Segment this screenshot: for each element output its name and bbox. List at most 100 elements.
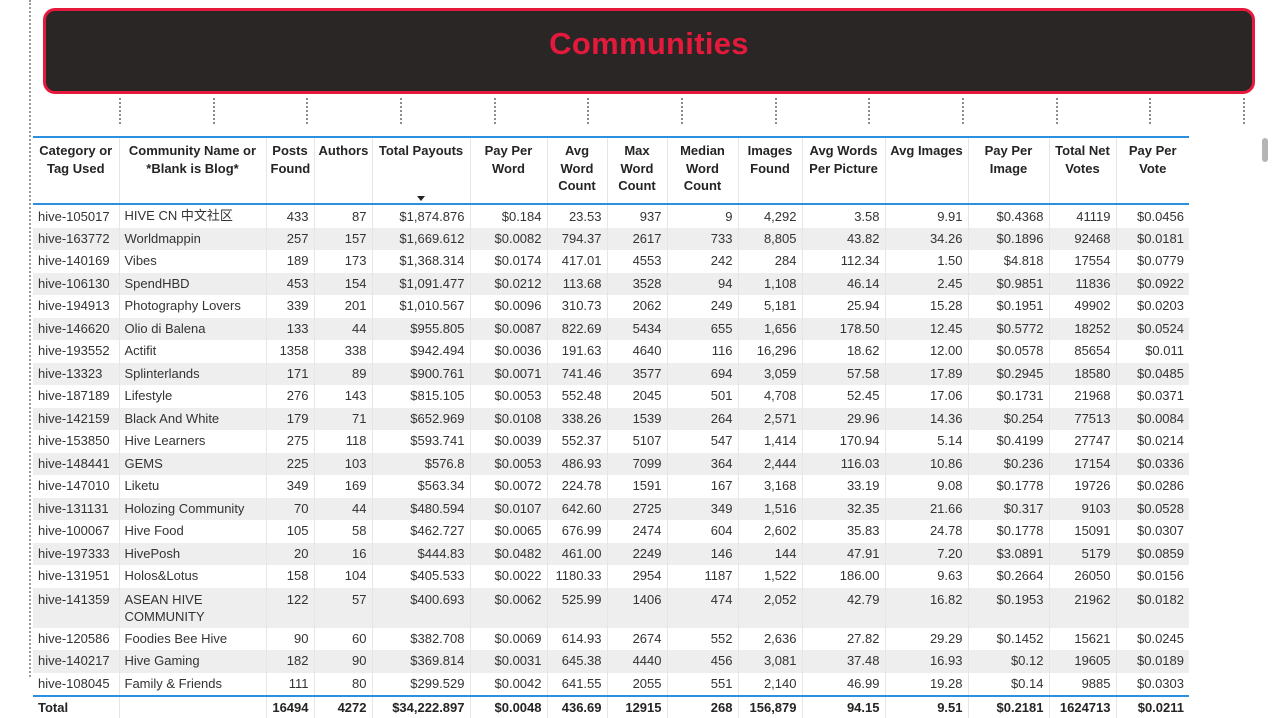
column-header-total-payouts[interactable]: Total Payouts	[371, 136, 470, 205]
value-cell: 173	[313, 250, 372, 273]
value-cell: $0.4199	[967, 430, 1049, 453]
value-cell: $0.0096	[469, 295, 547, 318]
value-cell: 9.63	[884, 565, 968, 588]
value-cell: 3,059	[737, 362, 802, 385]
column-header-total-net-votes[interactable]: Total Net Votes	[1048, 136, 1116, 205]
value-cell: 7099	[606, 452, 667, 475]
column-header-category[interactable]: Category or Tag Used	[33, 136, 119, 205]
value-cell: 1,516	[737, 497, 802, 520]
table-row[interactable]: hive-140217 Hive Gaming 182 90 $369.814 $0.00…	[33, 650, 1189, 673]
column-header-label: Total Payouts	[378, 143, 464, 158]
value-cell: 1406	[606, 587, 667, 628]
value-cell: $3.0891	[967, 542, 1049, 565]
column-resize-guides	[0, 98, 1280, 126]
category-cell: hive-100067	[38, 523, 110, 538]
total-cell	[118, 695, 266, 718]
table-row[interactable]: hive-131951 Holos&Lotus 158 104 $405.533 $0.0…	[33, 565, 1189, 588]
table-row[interactable]: hive-141359 ASEAN HIVE COMMUNITY 122 57 $400…	[33, 587, 1189, 628]
guide-line	[1149, 98, 1151, 124]
value-cell: 18252	[1048, 317, 1116, 340]
value-cell: 453	[265, 272, 314, 295]
table-row[interactable]: hive-187189 Lifestyle 276 143 $815.105 $0.005…	[33, 385, 1189, 408]
value-cell: 2617	[606, 227, 667, 250]
category-cell: hive-142159	[33, 407, 119, 430]
value-cell: $0.0181	[1115, 227, 1189, 250]
value-cell: 4440	[606, 650, 667, 673]
value-cell: 349	[265, 475, 314, 498]
value-cell: 486.93	[546, 452, 607, 475]
table-row[interactable]: hive-13323 Splinterlands 171 89 $900.761 $0.0…	[33, 362, 1189, 385]
value-cell: 47.91	[801, 542, 885, 565]
table-row[interactable]: hive-197333 HivePosh 20 16 $444.83 $0.0482 461…	[33, 542, 1189, 565]
table-row[interactable]: hive-147010 Liketu 349 169 $563.34 $0.0072 224…	[33, 475, 1189, 498]
guide-line	[587, 98, 589, 124]
value-cell: 15091	[1048, 520, 1116, 543]
table-row[interactable]: hive-194913 Photography Lovers 339 201 $1,01…	[33, 295, 1189, 318]
value-cell: 1539	[606, 407, 667, 430]
value-cell: $0.0071	[469, 362, 547, 385]
table-row[interactable]: hive-193552 Actifit 1358 338 $942.494 $0.0036…	[33, 340, 1189, 363]
value-cell: 16.82	[884, 587, 968, 628]
value-cell: $0.236	[967, 452, 1049, 475]
column-header-avg-word-count[interactable]: Avg Word Count	[546, 136, 607, 205]
table-row[interactable]: hive-120586 Foodies Bee Hive 90 60 $382.708 $…	[33, 627, 1189, 650]
value-cell: 154	[313, 272, 372, 295]
table-row[interactable]: hive-100067 Hive Food 105 58 $462.727 $0.0065…	[33, 520, 1189, 543]
table-row[interactable]: hive-105017 HIVE CN 中文社区 433 87 $1,874.876 $0…	[33, 204, 1189, 228]
value-cell: $405.533	[371, 565, 470, 588]
table-row[interactable]: hive-142159 Black And White 179 71 $652.969 $…	[33, 407, 1189, 430]
total-cell: 16494	[265, 695, 314, 718]
column-header-pay-per-word[interactable]: Pay Per Word	[469, 136, 547, 205]
table-row[interactable]: hive-163772 Worldmappin 257 157 $1,669.612 $0…	[33, 227, 1189, 250]
column-header-community-name[interactable]: Community Name or *Blank is Blog*	[118, 136, 266, 205]
value-cell: 552.48	[546, 385, 607, 408]
value-cell: 3528	[606, 272, 667, 295]
value-cell: 2,571	[737, 407, 802, 430]
column-header-pay-per-vote[interactable]: Pay Per Vote	[1115, 136, 1189, 205]
table-row[interactable]: hive-153850 Hive Learners 275 118 $593.741 $0…	[33, 430, 1189, 453]
value-cell: 8,805	[737, 227, 802, 250]
total-cell: 1624713	[1048, 695, 1116, 718]
value-cell: 14.36	[884, 407, 968, 430]
value-cell: 26050	[1048, 565, 1116, 588]
column-header-max-word-count[interactable]: Max Word Count	[606, 136, 667, 205]
header-row: Category or Tag Used Community Name or *…	[33, 136, 1189, 205]
table-row[interactable]: hive-108045 Family & Friends 111 80 $299.529…	[33, 672, 1189, 696]
table-row[interactable]: hive-146620 Olio di Balena 133 44 $955.805 $0…	[33, 317, 1189, 340]
value-cell: $0.0069	[469, 627, 547, 650]
value-cell: $0.0174	[469, 250, 547, 273]
value-cell: 10.86	[884, 452, 968, 475]
table-row[interactable]: hive-148441 GEMS 225 103 $576.8 $0.0053 486.93…	[33, 452, 1189, 475]
community-name-cell: HivePosh	[118, 542, 266, 565]
value-cell: 2,444	[737, 452, 802, 475]
table-row[interactable]: hive-140169 Vibes 189 173 $1,368.314 $0.0174 4…	[33, 250, 1189, 273]
value-cell: 1,414	[737, 430, 802, 453]
column-header-avg-images[interactable]: Avg Images	[884, 136, 968, 205]
category-cell: hive-153850	[38, 433, 110, 448]
value-cell: $0.14	[967, 672, 1049, 696]
column-header-posts-found[interactable]: Posts Found	[265, 136, 314, 205]
value-cell: 5107	[606, 430, 667, 453]
value-cell: 733	[666, 227, 738, 250]
table-row[interactable]: hive-106130 SpendHBD 453 154 $1,091.477 $0.02…	[33, 272, 1189, 295]
value-cell: 3,081	[737, 650, 802, 673]
value-cell: 338	[313, 340, 372, 363]
table-row[interactable]: hive-131131 Holozing Community 70 44 $480.59…	[33, 497, 1189, 520]
column-header-avg-words-per-picture[interactable]: Avg Words Per Picture	[801, 136, 885, 205]
value-cell: 456	[666, 650, 738, 673]
total-row: Total 16494 4272 $34,222.897 $0.0048 436…	[33, 695, 1189, 718]
category-cell: hive-106130	[33, 272, 119, 295]
guide-line	[868, 98, 870, 124]
value-cell: 42.79	[801, 587, 885, 628]
value-cell: 9	[666, 204, 738, 228]
column-header-images-found[interactable]: Images Found	[737, 136, 802, 205]
value-cell: $652.969	[371, 407, 470, 430]
vertical-scrollbar-thumb[interactable]	[1262, 138, 1268, 162]
value-cell: $444.83	[371, 542, 470, 565]
value-cell: 642.60	[546, 497, 607, 520]
column-header-pay-per-image[interactable]: Pay Per Image	[967, 136, 1049, 205]
value-cell: 18580	[1048, 362, 1116, 385]
column-header-authors[interactable]: Authors	[313, 136, 372, 205]
community-name-cell: Splinterlands	[118, 362, 266, 385]
column-header-median-word-count[interactable]: Median Word Count	[666, 136, 738, 205]
